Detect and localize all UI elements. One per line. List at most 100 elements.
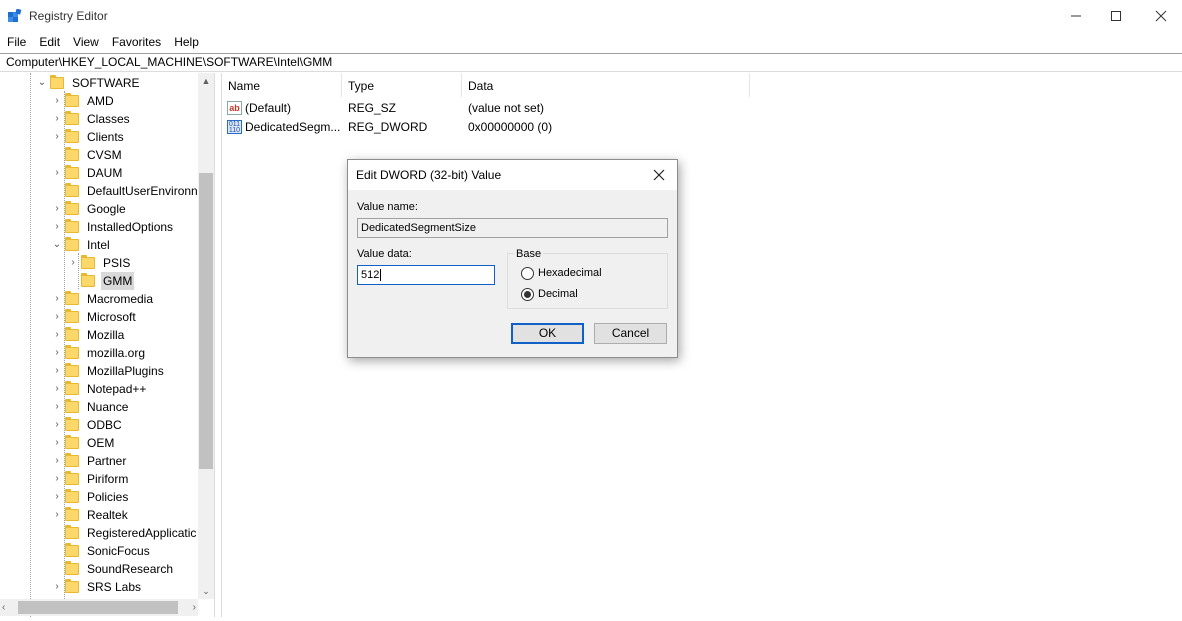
chevron-right-icon[interactable]: › (67, 254, 79, 272)
chevron-right-icon[interactable]: › (51, 218, 63, 236)
tree-item-registeredapplicatic[interactable]: RegisteredApplicatic (51, 524, 198, 542)
radio-hexadecimal[interactable]: Hexadecimal (521, 265, 602, 281)
folder-icon (65, 399, 79, 413)
title-bar: Registry Editor (0, 0, 1182, 32)
tree-horizontal-scrollbar[interactable]: ‹ › (0, 599, 198, 616)
value-data: 0x00000000 (0) (468, 120, 553, 134)
tree-item-intel[interactable]: ⌄ Intel (51, 236, 112, 254)
scroll-thumb[interactable] (18, 601, 178, 614)
folder-icon (65, 327, 79, 341)
tree-item-psis[interactable]: › PSIS (67, 254, 132, 272)
tree-item-policies[interactable]: › Policies (51, 488, 130, 506)
tree-item-realtek[interactable]: › Realtek (51, 506, 130, 524)
tree-item-software[interactable]: ⌄ SOFTWARE (36, 74, 142, 92)
tree-item-piriform[interactable]: › Piriform (51, 470, 130, 488)
cancel-button[interactable]: Cancel (594, 323, 667, 344)
tree-item-odbc[interactable]: › ODBC (51, 416, 124, 434)
column-header-name[interactable]: Name (222, 73, 342, 97)
tree-item-sonicfocus[interactable]: SonicFocus (51, 542, 152, 560)
scroll-thumb[interactable] (199, 173, 213, 469)
value-row-dedicatedsegmentsize[interactable]: 011 110 DedicatedSegm... REG_DWORD 0x0000… (222, 118, 762, 137)
column-header-data[interactable]: Data (462, 73, 750, 97)
scroll-up-icon[interactable]: ▲ (198, 73, 214, 89)
address-bar[interactable]: Computer\HKEY_LOCAL_MACHINE\SOFTWARE\Int… (0, 53, 1182, 72)
folder-icon (65, 165, 79, 179)
tree-item-macromedia[interactable]: › Macromedia (51, 290, 155, 308)
scroll-right-icon[interactable]: › (182, 599, 196, 616)
chevron-right-icon[interactable]: › (51, 164, 63, 182)
value-name-field: DedicatedSegmentSize (357, 218, 668, 238)
tree-item-label: RegisteredApplicatic (87, 526, 197, 540)
tree-item-mozilla[interactable]: › Mozilla (51, 326, 126, 344)
chevron-right-icon[interactable]: › (51, 578, 63, 596)
chevron-right-icon[interactable]: › (51, 434, 63, 452)
tree-item-amd[interactable]: › AMD (51, 92, 116, 110)
radio-button[interactable] (521, 287, 534, 301)
chevron-down-icon[interactable]: ⌄ (36, 74, 48, 92)
menu-favorites[interactable]: Favorites (105, 32, 167, 52)
chevron-right-icon[interactable]: › (51, 290, 63, 308)
tree-item-cvsm[interactable]: CVSM (51, 146, 124, 164)
menu-help[interactable]: Help (167, 32, 205, 52)
scroll-down-icon[interactable]: ⌄ (198, 583, 214, 599)
radio-decimal[interactable]: Decimal (521, 286, 578, 302)
tree-item-clients[interactable]: › Clients (51, 128, 126, 146)
chevron-right-icon[interactable]: › (51, 110, 63, 128)
menu-file[interactable]: File (0, 32, 32, 52)
tree-item-google[interactable]: › Google (51, 200, 128, 218)
chevron-right-icon[interactable]: › (51, 488, 63, 506)
ok-button[interactable]: OK (511, 323, 584, 344)
tree-item-nuance[interactable]: › Nuance (51, 398, 130, 416)
tree-item-daum[interactable]: › DAUM (51, 164, 124, 182)
tree-item-label: Mozilla (87, 328, 125, 342)
radio-button[interactable] (521, 266, 534, 280)
folder-icon (65, 525, 79, 539)
chevron-right-icon[interactable]: › (51, 506, 63, 524)
folder-icon (65, 471, 79, 485)
chevron-right-icon[interactable]: › (51, 398, 63, 416)
chevron-right-icon[interactable]: › (51, 326, 63, 344)
tree-item-installedoptions[interactable]: › InstalledOptions (51, 218, 175, 236)
close-button[interactable] (1138, 0, 1182, 32)
tree-item-mozilla-org[interactable]: › mozilla.org (51, 344, 147, 362)
folder-icon (65, 309, 79, 323)
tree-item-notepad-[interactable]: › Notepad++ (51, 380, 148, 398)
chevron-right-icon[interactable]: › (51, 452, 63, 470)
tree-item-srs-labs[interactable]: › SRS Labs (51, 578, 143, 596)
tree-item-label: Classes (87, 112, 130, 126)
tree-item-defaultuserenvironn[interactable]: DefaultUserEnvironn (51, 182, 200, 200)
chevron-right-icon[interactable]: › (51, 380, 63, 398)
column-header-type[interactable]: Type (342, 73, 462, 97)
folder-icon (65, 435, 79, 449)
chevron-down-icon[interactable]: ⌄ (51, 236, 63, 254)
chevron-right-icon[interactable]: › (51, 128, 63, 146)
tree-item-soundresearch[interactable]: SoundResearch (51, 560, 175, 578)
chevron-right-icon[interactable]: › (51, 200, 63, 218)
menu-view[interactable]: View (66, 32, 105, 52)
chevron-right-icon[interactable]: › (51, 416, 63, 434)
scroll-left-icon[interactable]: ‹ (2, 599, 16, 616)
tree-item-label: mozilla.org (87, 346, 146, 360)
tree-item-microsoft[interactable]: › Microsoft (51, 308, 138, 326)
tree-item-partner[interactable]: › Partner (51, 452, 128, 470)
tree-vertical-scrollbar[interactable]: ▲ ⌄ (198, 73, 214, 599)
value-row-default[interactable]: ab (Default) REG_SZ (value not set) (222, 99, 762, 118)
tree-item-gmm[interactable]: GMM (67, 272, 135, 290)
chevron-right-icon[interactable]: › (51, 344, 63, 362)
chevron-right-icon[interactable]: › (51, 470, 63, 488)
folder-icon (65, 579, 79, 593)
chevron-right-icon[interactable]: › (51, 362, 63, 380)
folder-icon (65, 93, 79, 107)
tree-item-oem[interactable]: › OEM (51, 434, 116, 452)
menu-edit[interactable]: Edit (32, 32, 66, 52)
chevron-right-icon[interactable]: › (51, 308, 63, 326)
tree-item-classes[interactable]: › Classes (51, 110, 132, 128)
folder-icon (65, 381, 79, 395)
dialog-close-button[interactable] (648, 165, 670, 185)
value-data-input[interactable]: 512 (357, 265, 495, 285)
chevron-right-icon[interactable]: › (51, 92, 63, 110)
maximize-button[interactable] (1093, 0, 1139, 32)
tree-item-mozillaplugins[interactable]: › MozillaPlugins (51, 362, 166, 380)
